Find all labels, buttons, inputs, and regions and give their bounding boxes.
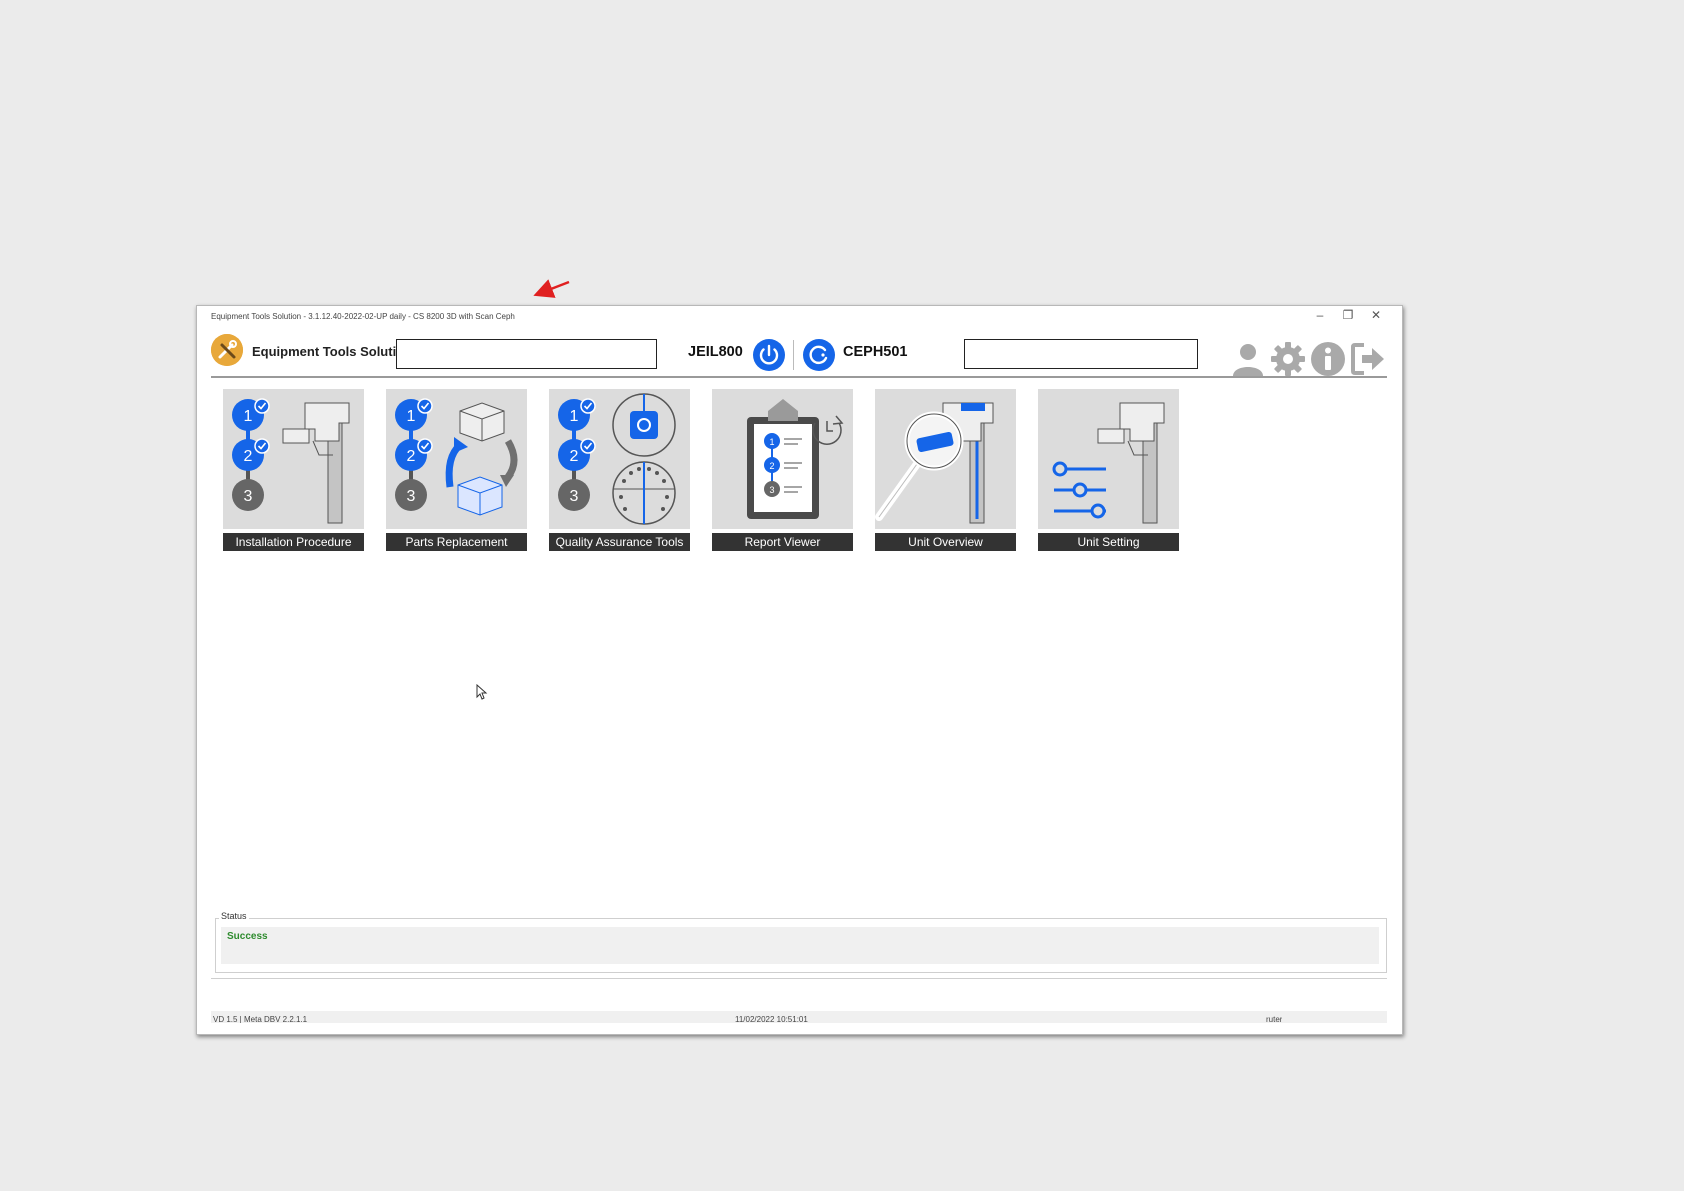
parts-replacement-icon: 1 2 3 <box>386 389 527 529</box>
tile-unit-overview[interactable]: Unit Overview <box>875 389 1016 551</box>
statusbar-user: ruter <box>1266 1015 1283 1023</box>
gear-icon[interactable] <box>1270 341 1306 377</box>
info-icon[interactable] <box>1310 341 1346 377</box>
minimize-button[interactable]: – <box>1313 308 1327 322</box>
redaction-box-left <box>396 339 657 369</box>
primary-device-name: JEIL800 <box>688 344 743 360</box>
tile-installation-procedure[interactable]: 1 2 3 Installation Procedure <box>223 389 364 551</box>
tile-label: Unit Overview <box>875 533 1016 551</box>
step-3-label: 3 <box>769 485 774 495</box>
step-1-label: 1 <box>407 408 416 425</box>
annotation-arrow-title <box>533 279 570 298</box>
tile-label: Report Viewer <box>712 533 853 551</box>
statusbar-version: VD 1.5 | Meta DBV 2.2.1.1 <box>213 1015 308 1023</box>
quality-assurance-icon: 1 2 3 <box>549 389 690 529</box>
step-2-label: 2 <box>570 448 579 465</box>
status-message: Success <box>227 931 268 942</box>
status-box <box>221 927 1379 964</box>
step-1-label: 1 <box>244 408 253 425</box>
tile-unit-setting[interactable]: Unit Setting <box>1038 389 1179 551</box>
tile-quality-assurance-tools[interactable]: 1 2 3 Quality Assurance Tools <box>549 389 690 551</box>
user-icon[interactable] <box>1230 341 1266 377</box>
step-1-label: 1 <box>570 408 579 425</box>
tile-label: Installation Procedure <box>223 533 364 551</box>
close-button[interactable]: ✕ <box>1369 308 1383 322</box>
redaction-box-right <box>964 339 1198 369</box>
step-2-label: 2 <box>769 461 774 471</box>
tile-label: Unit Setting <box>1038 533 1179 551</box>
tile-parts-replacement[interactable]: 1 2 3 Parts Replacement <box>386 389 527 551</box>
installation-procedure-icon: 1 2 3 <box>223 389 364 529</box>
unit-setting-icon <box>1038 389 1179 529</box>
ceph-connection-icon[interactable] <box>802 338 836 372</box>
app-name: Equipment Tools Solution <box>252 344 413 359</box>
content-bottom-separator <box>211 978 1387 979</box>
step-2-label: 2 <box>244 448 253 465</box>
tile-report-viewer[interactable]: 1 2 3 Report Viewer <box>712 389 853 551</box>
app-logo-icon <box>211 334 243 366</box>
step-3-label: 3 <box>244 488 253 505</box>
power-icon[interactable] <box>752 338 786 372</box>
statusbar-datetime: 11/02/2022 10:51:01 <box>735 1015 808 1023</box>
step-1-label: 1 <box>769 437 774 447</box>
unit-overview-icon <box>875 389 1016 529</box>
step-3-label: 3 <box>407 488 416 505</box>
logout-icon[interactable] <box>1350 341 1386 377</box>
maximize-button[interactable]: ❐ <box>1341 308 1355 322</box>
tile-label: Parts Replacement <box>386 533 527 551</box>
status-group-label: Status <box>219 911 249 921</box>
secondary-device-name: CEPH501 <box>843 344 908 360</box>
step-3-label: 3 <box>570 488 579 505</box>
window-title: Equipment Tools Solution - 3.1.12.40-202… <box>211 312 515 321</box>
title-bar: Equipment Tools Solution - 3.1.12.40-202… <box>197 306 1402 324</box>
header-divider <box>793 340 794 370</box>
app-header: Equipment Tools Solution JEIL800 CEPH501 <box>197 324 1402 376</box>
tile-label: Quality Assurance Tools <box>549 533 690 551</box>
step-2-label: 2 <box>407 448 416 465</box>
report-viewer-icon: 1 2 3 <box>712 389 853 529</box>
header-separator <box>211 376 1387 378</box>
app-window: Equipment Tools Solution - 3.1.12.40-202… <box>196 305 1403 1035</box>
mouse-pointer-icon <box>476 684 488 700</box>
